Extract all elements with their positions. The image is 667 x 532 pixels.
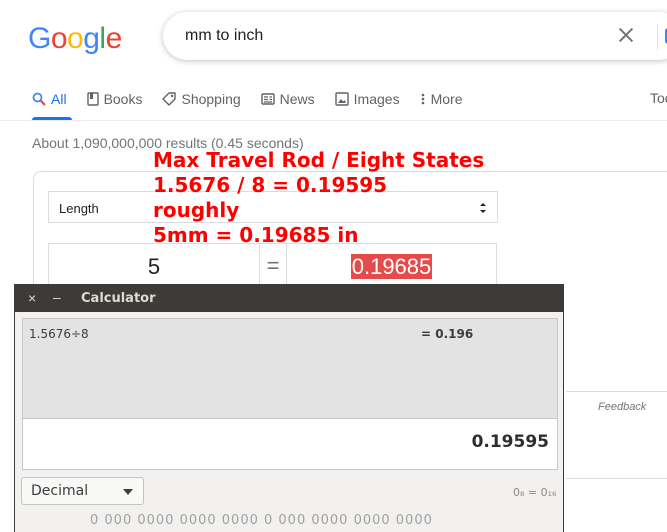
logo-letter: o [67,22,84,55]
annotation-line: roughly [153,198,240,222]
search-icon [32,92,46,106]
converter-input[interactable]: 5 [48,243,260,287]
annotation-line: Max Travel Rod / Eight States [153,148,485,172]
calculator-display[interactable]: 0.19595 [22,418,558,470]
annotation-line: 5mm = 0.19685 in [153,223,359,247]
close-icon[interactable] [615,24,637,46]
tab-books[interactable]: Books [86,90,143,108]
calculator-titlebar[interactable]: × – Calculator [15,285,563,312]
unit-type-label: Length [59,201,99,216]
feedback-link[interactable]: Feedback [598,401,646,413]
feedback-divider [566,391,667,392]
logo-letter: G [28,22,51,55]
calculator-title: Calculator [81,291,156,306]
bit-display[interactable]: 0 000 0000 0000 0000 0 000 0000 0000 000… [90,513,433,528]
header-divider [0,120,667,121]
history-result[interactable]: = 0.196 [421,327,473,341]
mode-dropdown[interactable]: Decimal [21,477,144,505]
search-divider [657,24,658,50]
google-logo[interactable]: Google [28,22,122,56]
calculator-window: × – Calculator 1.5676÷8 = 0.196 0.19595 … [14,284,564,532]
annotation-line: 1.5676 / 8 = 0.19595 [153,173,388,197]
converter-output-value: 0.19685 [350,254,433,279]
search-tabs: All Books Shopping News Images More [32,90,483,120]
tab-shopping[interactable]: Shopping [162,90,241,108]
chevron-down-icon [123,489,133,495]
base-info: 0₈ = 0₁₆ [513,486,557,499]
tab-label: All [51,91,67,107]
tab-news[interactable]: News [260,90,315,108]
converter-output[interactable]: 0.19685 [286,243,497,287]
tab-label: Images [353,91,400,107]
tab-all[interactable]: All [32,90,67,108]
red-annotation: Max Travel Rod / Eight States 1.5676 / 8… [153,148,484,248]
tab-label: Books [103,91,143,107]
search-box[interactable]: mm to inch [163,12,667,60]
tools-button[interactable]: Too [650,90,667,106]
newspaper-icon [260,93,275,105]
search-input[interactable]: mm to inch [185,27,263,45]
screen: Google mm to inch All Books Shopping New… [0,0,667,532]
minimize-icon[interactable]: – [53,289,61,305]
calculator-history: 1.5676÷8 = 0.196 [22,318,558,418]
equals-sign: = [260,243,286,287]
logo-letter: e [105,22,123,55]
display-value: 0.19595 [471,432,549,452]
tab-label: News [279,91,315,107]
image-icon [334,92,349,106]
logo-letter: g [83,22,100,55]
result-divider [566,478,667,479]
tab-label: Shopping [181,91,241,107]
tab-more[interactable]: More [420,90,463,108]
more-vert-icon [421,93,424,105]
logo-letter: o [50,22,68,55]
book-icon [86,92,99,106]
tab-label: More [430,91,463,107]
tab-images[interactable]: Images [334,90,400,108]
history-expression[interactable]: 1.5676÷8 [29,327,89,341]
tag-icon [162,92,177,106]
close-icon[interactable]: × [28,290,36,306]
mode-label: Decimal [31,483,89,499]
